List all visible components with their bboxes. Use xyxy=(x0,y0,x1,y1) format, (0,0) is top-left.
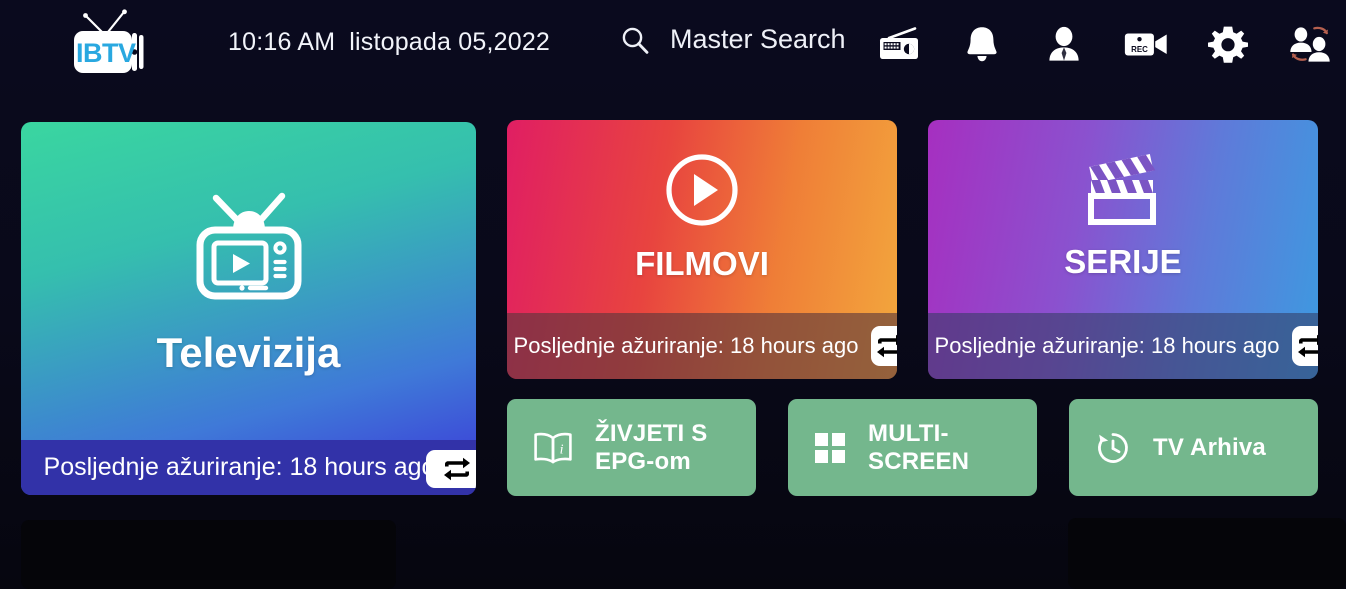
radio-icon[interactable] xyxy=(878,22,922,66)
header-icon-group: REC xyxy=(878,22,1332,66)
button-tv-arhiva[interactable]: TV Arhiva xyxy=(1069,399,1318,496)
card-serije-body: SERIJE xyxy=(928,120,1318,314)
card-filmovi-title: FILMOVI xyxy=(635,244,769,282)
app-header: IBTV 10:16 AM listopada 05,2022 Master Se… xyxy=(0,0,1346,88)
button-tv-arhiva-label: TV Arhiva xyxy=(1153,433,1266,461)
card-filmovi-refresh-button[interactable] xyxy=(871,326,897,366)
search-icon xyxy=(620,25,650,55)
button-multi-screen-label: MULTI-SCREEN xyxy=(868,419,970,475)
bell-icon[interactable] xyxy=(960,22,1004,66)
next-row-card-left[interactable] xyxy=(21,520,396,589)
history-clock-icon xyxy=(1095,430,1131,466)
rec-camera-icon[interactable]: REC xyxy=(1124,22,1168,66)
card-televizija[interactable]: Televizija Posljednje ažuriranje: 18 hou… xyxy=(21,122,476,495)
master-search-button[interactable]: Master Search xyxy=(620,24,846,55)
card-serije-footer: Posljednje ažuriranje: 18 hours ago xyxy=(928,313,1318,379)
repeat-sync-icon xyxy=(1298,334,1318,358)
card-televizija-refresh-button[interactable] xyxy=(426,450,476,488)
clock-date: listopada 05,2022 xyxy=(349,28,551,56)
card-serije[interactable]: SERIJE Posljednje ažuriranje: 18 hours a… xyxy=(928,120,1318,379)
button-zivjeti-s-epg-label: ŽIVJETI S EPG-om xyxy=(595,419,708,475)
user-icon[interactable] xyxy=(1042,22,1086,66)
card-filmovi[interactable]: FILMOVI Posljednje ažuriranje: 18 hours … xyxy=(507,120,897,379)
card-filmovi-body: FILMOVI xyxy=(507,120,897,314)
clock-time: 10:16 AM xyxy=(228,28,336,56)
retro-tv-play-icon xyxy=(192,186,306,307)
gear-icon[interactable] xyxy=(1206,22,1250,66)
card-televizija-updated-text: Posljednje ažuriranje: 18 hours ago xyxy=(43,453,436,481)
switch-user-icon[interactable] xyxy=(1288,22,1332,66)
card-filmovi-footer: Posljednje ažuriranje: 18 hours ago xyxy=(507,313,897,379)
card-filmovi-updated-text: Posljednje ažuriranje: 18 hours ago xyxy=(513,332,859,358)
card-televizija-footer: Posljednje ažuriranje: 18 hours ago xyxy=(21,440,476,495)
grid-squares-icon xyxy=(814,432,846,464)
app-logo[interactable]: IBTV xyxy=(62,8,154,80)
card-serije-updated-text: Posljednje ažuriranje: 18 hours ago xyxy=(934,332,1280,358)
book-info-icon: i xyxy=(533,431,573,465)
tv-antenna-logo-icon: IBTV xyxy=(74,9,144,73)
card-serije-refresh-button[interactable] xyxy=(1292,326,1318,366)
rec-badge-label: REC xyxy=(1131,45,1148,54)
repeat-sync-icon xyxy=(444,457,470,481)
clapperboard-icon xyxy=(1085,153,1161,231)
svg-text:i: i xyxy=(560,442,564,457)
button-multi-screen[interactable]: MULTI-SCREEN xyxy=(788,399,1037,496)
card-serije-title: SERIJE xyxy=(1064,242,1182,280)
button-zivjeti-s-epg[interactable]: i ŽIVJETI S EPG-om xyxy=(507,399,756,496)
app-root: IBTV 10:16 AM listopada 05,2022 Master Se… xyxy=(0,0,1346,589)
repeat-sync-icon xyxy=(877,334,897,358)
next-row-card-right[interactable] xyxy=(1068,518,1346,589)
play-circle-icon xyxy=(664,152,740,233)
svg-text:IBTV: IBTV xyxy=(76,38,136,68)
card-televizija-body: Televizija xyxy=(21,122,476,440)
clock-datetime: 10:16 AM listopada 05,2022 xyxy=(228,28,550,57)
master-search-label: Master Search xyxy=(670,24,846,54)
card-televizija-title: Televizija xyxy=(156,328,341,376)
